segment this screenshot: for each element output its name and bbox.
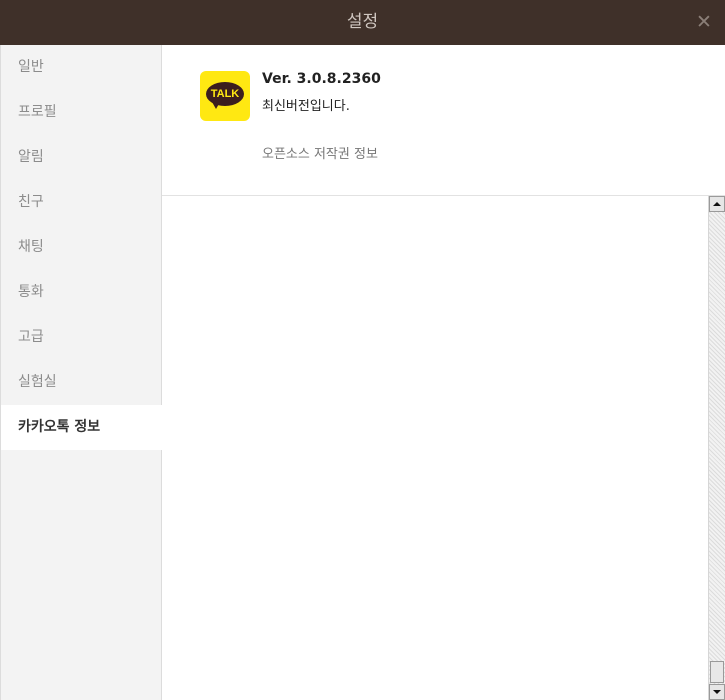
sidebar-item-about[interactable]: 카카오톡 정보 [1, 405, 162, 450]
arrow-up-icon [713, 202, 721, 206]
title-bar: 설정 ✕ [0, 0, 725, 45]
sidebar-item-notifications[interactable]: 알림 [1, 135, 162, 180]
kakaotalk-logo: TALK [200, 71, 250, 121]
sidebar-item-labs[interactable]: 실험실 [1, 360, 162, 405]
sidebar-item-advanced[interactable]: 고급 [1, 315, 162, 360]
license-text-area[interactable] [162, 196, 725, 700]
arrow-down-icon [713, 690, 721, 694]
close-icon[interactable]: ✕ [693, 11, 715, 33]
sidebar-item-chats[interactable]: 채팅 [1, 225, 162, 270]
sidebar-item-calls[interactable]: 통화 [1, 270, 162, 315]
sidebar-item-friends[interactable]: 친구 [1, 180, 162, 225]
settings-sidebar: 일반 프로필 알림 친구 채팅 통화 고급 실험실 카카오톡 정보 [0, 45, 162, 700]
sidebar-item-general[interactable]: 일반 [1, 45, 162, 90]
sidebar-item-profile[interactable]: 프로필 [1, 90, 162, 135]
update-status: 최신버전입니다. [262, 99, 350, 114]
scroll-up-button[interactable] [709, 196, 725, 212]
vertical-scrollbar[interactable] [708, 196, 725, 700]
version-label: Ver. 3.0.8.2360 [262, 71, 381, 87]
settings-window: 설정 ✕ 일반 프로필 알림 친구 채팅 통화 고급 실험실 카카오톡 정보 T… [0, 0, 725, 700]
logo-text: TALK [210, 88, 240, 100]
scroll-down-button[interactable] [709, 684, 725, 700]
open-source-license-link[interactable]: 오픈소스 저작권 정보 [262, 143, 378, 162]
about-panel: TALK Ver. 3.0.8.2360 최신버전입니다. 오픈소스 저작권 정… [162, 45, 725, 700]
window-title: 설정 [346, 12, 379, 32]
scroll-thumb[interactable] [710, 661, 724, 683]
